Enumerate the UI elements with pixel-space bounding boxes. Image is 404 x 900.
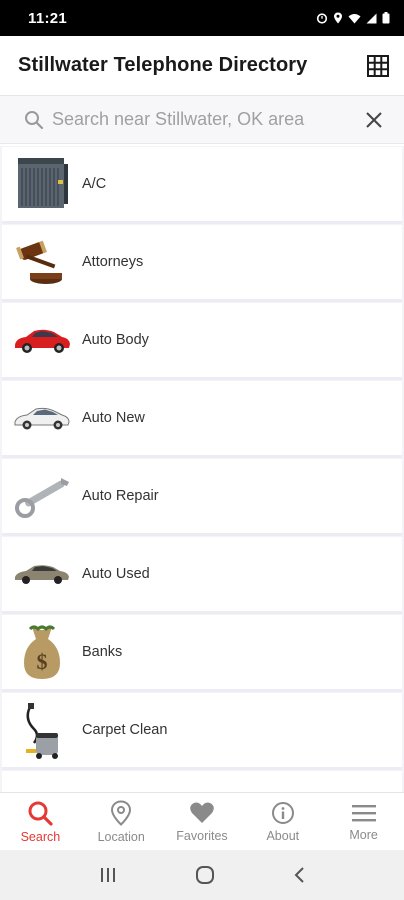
search-input[interactable]	[52, 109, 362, 130]
nav-search[interactable]: Search	[0, 793, 81, 850]
category-list[interactable]: A/C Attorneys Auto Body Auto New Auto Re…	[0, 146, 404, 792]
list-item-label: Attorneys	[82, 254, 144, 270]
list-item-banks[interactable]: $ Banks	[2, 614, 402, 692]
list-item-auto-repair[interactable]: Auto Repair	[2, 458, 402, 536]
app-header: Stillwater Telephone Directory	[0, 36, 404, 96]
ac-unit-image	[2, 149, 82, 219]
list-item-ac[interactable]: A/C	[2, 146, 402, 224]
list-item-attorneys[interactable]: Attorneys	[2, 224, 402, 302]
bottom-nav: Search Location Favorites About More	[0, 792, 404, 850]
wifi-icon	[348, 13, 361, 23]
list-item-carpet-clean[interactable]: Carpet Clean	[2, 692, 402, 770]
nav-label: About	[266, 828, 300, 843]
list-item-auto-new[interactable]: Auto New	[2, 380, 402, 458]
clear-search-button[interactable]	[362, 108, 386, 132]
vacuum-image	[2, 695, 82, 765]
partial-item-image	[2, 773, 82, 792]
heart-icon	[190, 801, 214, 823]
list-item-label: Carpet Clean	[82, 722, 168, 738]
grid-view-button[interactable]	[366, 54, 390, 78]
nav-favorites[interactable]: Favorites	[162, 793, 243, 850]
list-item-label: A/C	[82, 176, 107, 192]
location-icon	[334, 12, 342, 24]
search-bar	[0, 96, 404, 144]
nav-label: Search	[20, 829, 61, 844]
page-title: Stillwater Telephone Directory	[18, 54, 308, 76]
nav-about[interactable]: About	[242, 793, 323, 850]
gavel-image	[2, 227, 82, 297]
status-bar: 11:21	[0, 0, 404, 36]
sedan-image	[2, 539, 82, 609]
list-item-auto-used[interactable]: Auto Used	[2, 536, 402, 614]
search-icon	[28, 801, 53, 826]
status-icons	[316, 12, 390, 24]
list-item-label: Auto Body	[82, 332, 149, 348]
nav-label: More	[349, 827, 378, 842]
alarm-icon	[316, 13, 328, 24]
home-icon[interactable]	[195, 865, 215, 885]
search-icon	[25, 110, 44, 129]
info-icon	[271, 801, 294, 824]
list-item-label: Auto Used	[82, 566, 150, 582]
nav-label: Location	[97, 829, 145, 844]
signal-icon	[366, 13, 377, 23]
list-item-label: Auto New	[82, 410, 145, 426]
status-time: 11:21	[28, 9, 68, 27]
location-pin-icon	[111, 799, 132, 826]
list-item-partial[interactable]	[2, 770, 402, 792]
red-car-image	[2, 305, 82, 375]
nav-more[interactable]: More	[323, 793, 404, 850]
svg-text:$: $	[37, 649, 48, 674]
money-bag-image: $	[2, 617, 82, 687]
list-item-label: Banks	[82, 644, 123, 660]
back-icon[interactable]	[293, 866, 305, 884]
list-item-auto-body[interactable]: Auto Body	[2, 302, 402, 380]
system-nav-bar	[0, 850, 404, 900]
nav-label: Favorites	[176, 828, 228, 843]
white-car-image	[2, 383, 82, 453]
menu-icon	[351, 804, 376, 821]
close-icon	[366, 111, 382, 128]
recent-apps-icon[interactable]	[99, 867, 117, 883]
battery-icon	[382, 12, 390, 24]
grid-icon	[367, 54, 389, 77]
nav-location[interactable]: Location	[81, 793, 162, 850]
list-item-label: Auto Repair	[82, 488, 159, 504]
wrench-image	[2, 461, 82, 531]
